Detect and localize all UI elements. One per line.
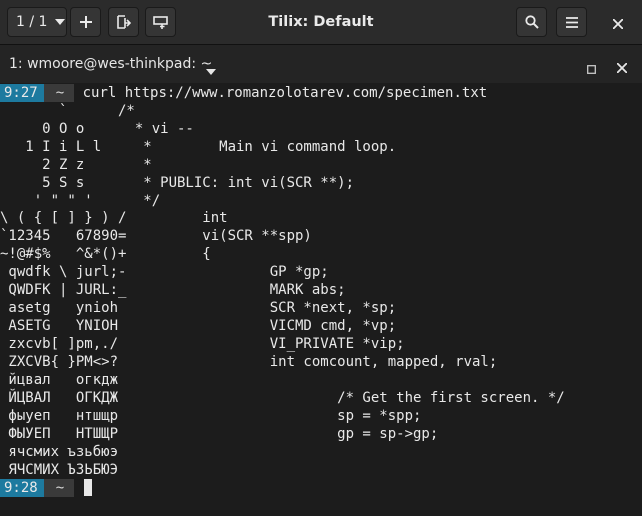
output-line: 2 Z z * — [0, 157, 152, 173]
session-label: 1 / 1 — [16, 14, 48, 30]
output-line: 0 O o * vi -- — [0, 121, 194, 137]
output-line: zxcvb[ ]pm,./ VI_PRIVATE *vip; — [0, 336, 405, 352]
output-line: asetg ynioh SCR *next, *sp; — [0, 300, 397, 316]
window-close-button[interactable] — [610, 15, 626, 31]
output-line: ' " " ' */ — [0, 193, 161, 209]
maximize-icon[interactable] — [587, 59, 596, 78]
output-line: qwdfk \ jurl;- GP *gp; — [0, 264, 329, 280]
output-line: 5 S s * PUBLIC: int vi(SCR **); — [0, 175, 355, 191]
output-line: фыуеп нтшщр sp = *spp; — [0, 408, 422, 424]
output-line: ASETG YNIOH VICMD cmd, *vp; — [0, 318, 397, 334]
output-line: ~!@#$% ^&*()+ { — [0, 246, 211, 262]
output-line: ЯЧСМИХ ЪЗЬБЮЭ — [0, 462, 119, 478]
window-headerbar: 1 / 1 Tilix: Default — [0, 0, 642, 45]
prompt-time: 9:28 — [0, 479, 44, 497]
session-switcher-button[interactable]: 1 / 1 — [7, 7, 67, 37]
prompt-directory: ~ — [43, 84, 75, 102]
prompt-line: 9:28 ~ — [0, 479, 92, 497]
split-horizontal-icon — [116, 15, 131, 29]
close-icon — [612, 14, 624, 33]
terminal-output[interactable]: 9:27 ~ curl https://www.romanzolotarev.co… — [0, 83, 642, 516]
terminal-title[interactable]: 1: wmoore@wes-thinkpad: ~ — [9, 45, 212, 83]
output-line: ФЫУЕП НТШЩР gp = sp->gp; — [0, 426, 439, 442]
hamburger-menu-icon — [565, 16, 578, 28]
window-title: Tilix: Default — [268, 14, 374, 30]
split-vertical-icon — [153, 15, 168, 29]
split-down-button[interactable] — [145, 7, 176, 37]
terminal-titlebar: 1: wmoore@wes-thinkpad: ~ — [0, 45, 642, 83]
command-text: curl https://www.romanzolotarev.com/spec… — [82, 85, 488, 101]
output-line: 1 I i L l * Main vi command loop. — [0, 139, 397, 155]
output-line: ЙЦВАЛ ОГКДЖ /* Get the first screen. */ — [0, 390, 565, 406]
search-button[interactable] — [516, 7, 547, 37]
output-line: ячсмих ъзьбюэ — [0, 444, 119, 460]
text-cursor — [83, 479, 92, 496]
output-line: `12345 67890= vi(SCR **spp) — [0, 228, 312, 244]
output-line: ZXCVB{ }PM<>? int comcount, mapped, rval… — [0, 354, 498, 370]
close-icon[interactable] — [616, 58, 628, 77]
prompt-directory: ~ — [43, 479, 75, 497]
prompt-time: 9:27 — [0, 84, 44, 102]
add-terminal-button[interactable] — [70, 7, 101, 37]
output-line: QWDFK | JURL:_ MARK abs; — [0, 282, 346, 298]
output-line: ` /* — [0, 103, 135, 119]
menu-button[interactable] — [556, 7, 587, 37]
chevron-down-icon[interactable] — [206, 60, 216, 79]
chevron-down-icon — [55, 19, 66, 25]
split-right-button[interactable] — [108, 7, 139, 37]
output-line: йцвал огкдж — [0, 372, 119, 388]
plus-icon — [79, 16, 92, 28]
search-icon — [524, 15, 539, 29]
output-line: \ ( { [ ] } ) / int — [0, 210, 228, 226]
prompt-line: 9:27 ~ curl https://www.romanzolotarev.co… — [0, 84, 487, 102]
